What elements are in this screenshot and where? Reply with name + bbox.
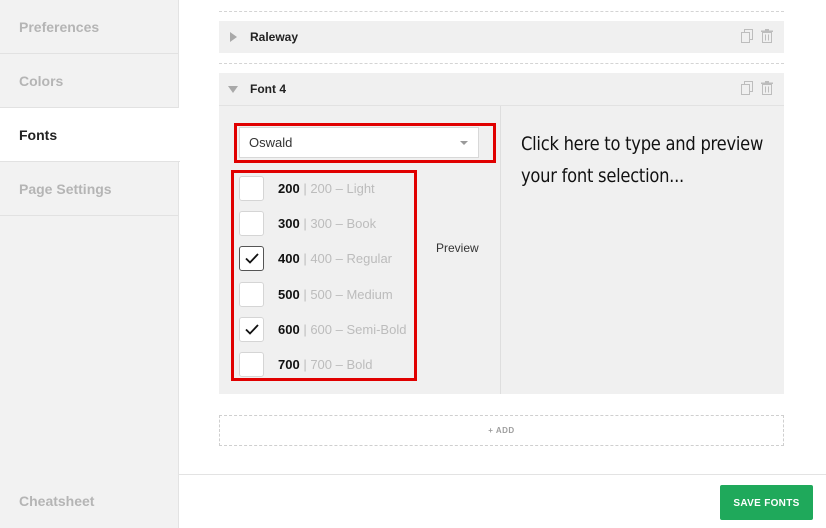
trash-icon[interactable] <box>761 29 773 43</box>
font-panel-title: Font 4 <box>250 82 286 96</box>
highlight-box-weights <box>231 170 417 381</box>
copy-icon[interactable] <box>740 29 753 43</box>
sidebar-item-page-settings[interactable]: Page Settings <box>0 162 178 216</box>
copy-icon[interactable] <box>740 81 753 95</box>
sidebar-item-colors[interactable]: Colors <box>0 54 178 108</box>
column-divider <box>500 106 501 394</box>
divider <box>219 63 784 64</box>
preview-label: Preview <box>436 241 479 255</box>
font-panel-font4-header[interactable]: Font 4 <box>219 73 784 105</box>
font-panel-title: Raleway <box>250 30 299 44</box>
divider <box>219 11 784 12</box>
collapse-arrow-icon[interactable] <box>228 86 238 93</box>
expand-arrow-icon[interactable] <box>230 32 237 42</box>
highlight-box-select <box>234 123 496 163</box>
preview-text-editor[interactable]: Click here to type and preview your font… <box>521 128 770 192</box>
sidebar-item-cheatsheet[interactable]: Cheatsheet <box>0 474 178 528</box>
save-fonts-button[interactable]: SAVE FONTS <box>720 485 813 520</box>
sidebar-item-preferences[interactable]: Preferences <box>0 0 178 54</box>
font-panel-raleway-header[interactable]: Raleway <box>219 21 784 53</box>
sidebar: Preferences Colors Fonts Page Settings C… <box>0 0 180 528</box>
trash-icon[interactable] <box>761 81 773 95</box>
add-font-button[interactable]: + ADD <box>219 415 784 446</box>
sidebar-item-fonts[interactable]: Fonts <box>0 108 180 162</box>
